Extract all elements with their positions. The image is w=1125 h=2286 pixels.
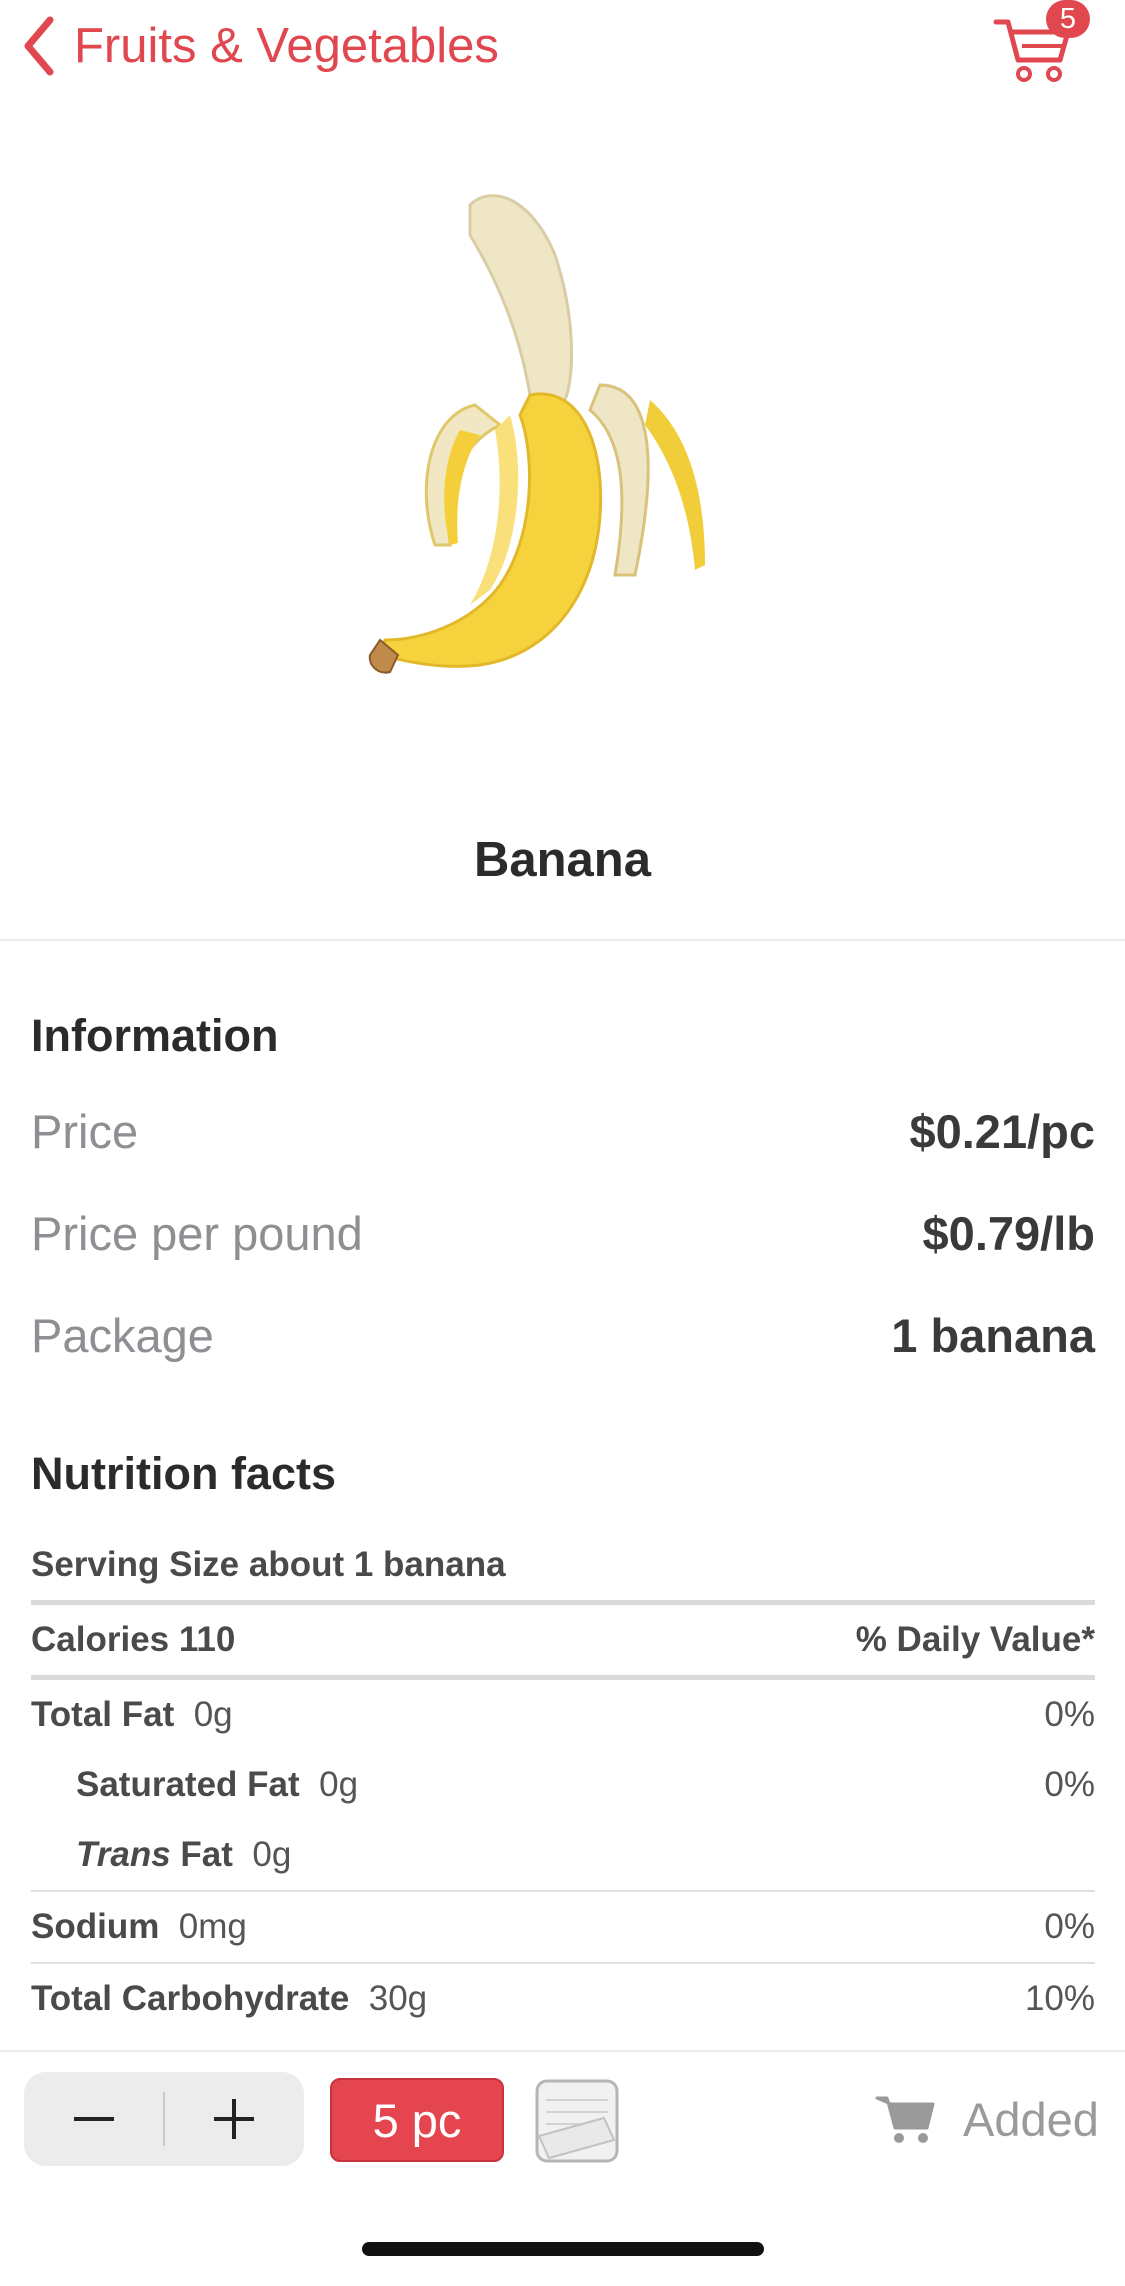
- chevron-left-icon: [24, 16, 54, 76]
- info-value: $0.21/pc: [909, 1104, 1095, 1158]
- note-icon[interactable]: [534, 2078, 620, 2164]
- info-label: Price: [31, 1104, 139, 1158]
- info-row-price: Price $0.21/pc: [31, 1096, 1095, 1166]
- info-row-price-per-pound: Price per pound $0.79/lb: [31, 1198, 1095, 1268]
- plus-icon: [214, 2099, 254, 2139]
- information-title: Information: [31, 1010, 279, 1061]
- product-name: Banana: [473, 833, 651, 887]
- home-indicator: [362, 2242, 764, 2256]
- back-title: Fruits & Vegetables: [74, 19, 499, 73]
- info-label: Package: [31, 1308, 214, 1362]
- increase-button[interactable]: [164, 2072, 304, 2166]
- added-label: Added: [963, 2092, 1099, 2146]
- info-label: Price per pound: [31, 1206, 363, 1260]
- quantity-button[interactable]: 5 pc: [330, 2078, 504, 2162]
- minus-icon: [74, 2117, 114, 2121]
- quantity-stepper: [24, 2072, 304, 2166]
- navigation-bar: Fruits & Vegetables 5: [0, 0, 1125, 100]
- cart-icon: [875, 2096, 935, 2143]
- nutrition-facts-title: Nutrition facts: [31, 1448, 337, 1499]
- nutrient-row-total-fat: Total Fat 0g 0%: [31, 1695, 1095, 1734]
- cart-count-badge: 5: [1046, 0, 1090, 38]
- nutrient-row-sodium: Sodium 0mg 0%: [31, 1907, 1095, 1946]
- calories-row: Calories 110 % Daily Value*: [31, 1620, 1095, 1659]
- divider: [0, 939, 1125, 941]
- added-status: Added: [875, 2072, 1099, 2166]
- nutrient-row-saturated-fat: Saturated Fat 0g 0%: [76, 1765, 1095, 1804]
- nutrient-row-total-carbohydrate: Total Carbohydrate 30g 10%: [31, 1979, 1095, 2018]
- back-button[interactable]: Fruits & Vegetables: [22, 14, 499, 78]
- serving-size: Serving Size about 1 banana: [31, 1545, 506, 1584]
- nutrition-table: Serving Size about 1 banana Calories 110…: [31, 1530, 1095, 2034]
- info-value: 1 banana: [891, 1308, 1095, 1362]
- banana-image: [368, 194, 705, 674]
- info-row-package: Package 1 banana: [31, 1300, 1095, 1370]
- info-value: $0.79/lb: [922, 1206, 1095, 1260]
- nutrient-row-trans-fat: Trans Fat 0g: [76, 1835, 292, 1874]
- decrease-button[interactable]: [24, 2072, 164, 2166]
